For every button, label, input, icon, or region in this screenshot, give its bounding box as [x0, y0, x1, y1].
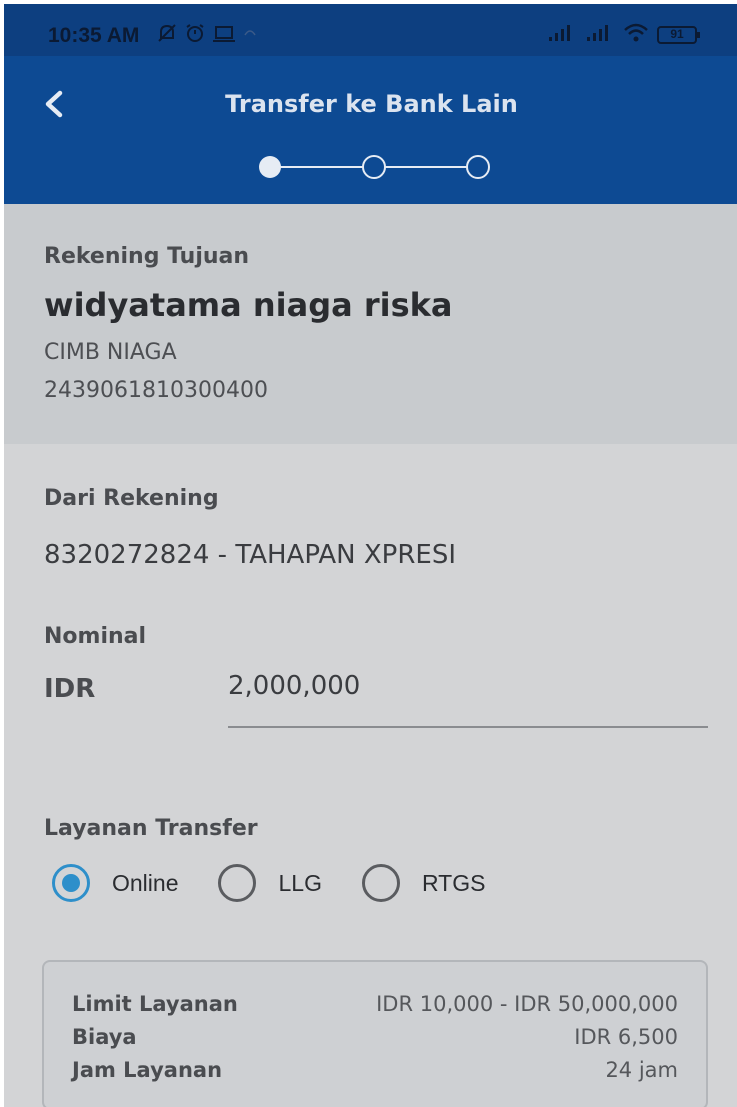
notification-icon: [242, 25, 258, 45]
recipient-label: Rekening Tujuan: [44, 244, 250, 269]
limit-row: Limit Layanan IDR 10,000 - IDR 50,000,00…: [72, 992, 678, 1016]
status-icons-right: 91: [547, 22, 701, 48]
service-info-card: Limit Layanan IDR 10,000 - IDR 50,000,00…: [42, 960, 708, 1107]
step-1-indicator: [259, 156, 281, 178]
page-title: Transfer ke Bank Lain: [225, 90, 518, 118]
transfer-service-radio-group: Online LLG RTGS: [52, 864, 525, 902]
nominal-label: Nominal: [44, 624, 147, 649]
radio-online[interactable]: Online: [52, 864, 178, 902]
battery-icon: 91: [657, 24, 701, 46]
laptop-icon: [212, 22, 236, 48]
app-header: Transfer ke Bank Lain: [4, 56, 737, 204]
recipient-section: Rekening Tujuan widyatama niaga riska CI…: [4, 204, 737, 444]
limit-value: IDR 10,000 - IDR 50,000,000: [376, 992, 678, 1016]
transfer-service-label: Layanan Transfer: [44, 816, 258, 841]
battery-level: 91: [670, 27, 684, 41]
amount-input[interactable]: [228, 664, 708, 728]
source-account-selector[interactable]: 8320272824 - TAHAPAN XPRESI: [44, 540, 456, 570]
radio-rtgs[interactable]: RTGS: [361, 864, 486, 902]
alarm-icon: [184, 22, 206, 48]
signal-icon-2: [585, 23, 615, 47]
radio-llg[interactable]: LLG: [218, 864, 322, 902]
hours-label: Jam Layanan: [72, 1058, 223, 1082]
radio-rtgs-label: RTGS: [421, 869, 486, 896]
recipient-account-number: 2439061810300400: [44, 378, 268, 403]
step-3-indicator: [466, 155, 490, 179]
progress-stepper: [256, 154, 496, 184]
fee-label: Biaya: [72, 1025, 137, 1049]
radio-rtgs-indicator[interactable]: [361, 864, 400, 902]
radio-llg-label: LLG: [278, 869, 322, 896]
wifi-icon: [623, 22, 649, 48]
currency-label: IDR: [44, 674, 96, 704]
hours-value: 24 jam: [605, 1058, 678, 1082]
silent-bell-icon: [156, 22, 178, 48]
radio-llg-indicator[interactable]: [218, 864, 257, 902]
fee-value: IDR 6,500: [574, 1025, 678, 1049]
app-screen: 10:35 AM 91 Transfer ke Bank Lain Rekeni…: [4, 4, 737, 1107]
limit-label: Limit Layanan: [72, 992, 238, 1016]
status-time: 10:35 AM: [48, 24, 140, 47]
recipient-bank: CIMB NIAGA: [44, 340, 177, 365]
radio-online-indicator[interactable]: [52, 864, 90, 902]
radio-online-label: Online: [112, 869, 179, 896]
status-icons-left: [156, 22, 258, 48]
step-2-indicator: [362, 155, 386, 179]
source-account-label: Dari Rekening: [44, 486, 219, 511]
fee-row: Biaya IDR 6,500: [72, 1025, 678, 1049]
recipient-name: widyatama niaga riska: [44, 286, 453, 324]
signal-icon: [547, 23, 577, 47]
hours-row: Jam Layanan 24 jam: [72, 1058, 678, 1082]
status-bar: 10:35 AM 91: [4, 4, 737, 56]
